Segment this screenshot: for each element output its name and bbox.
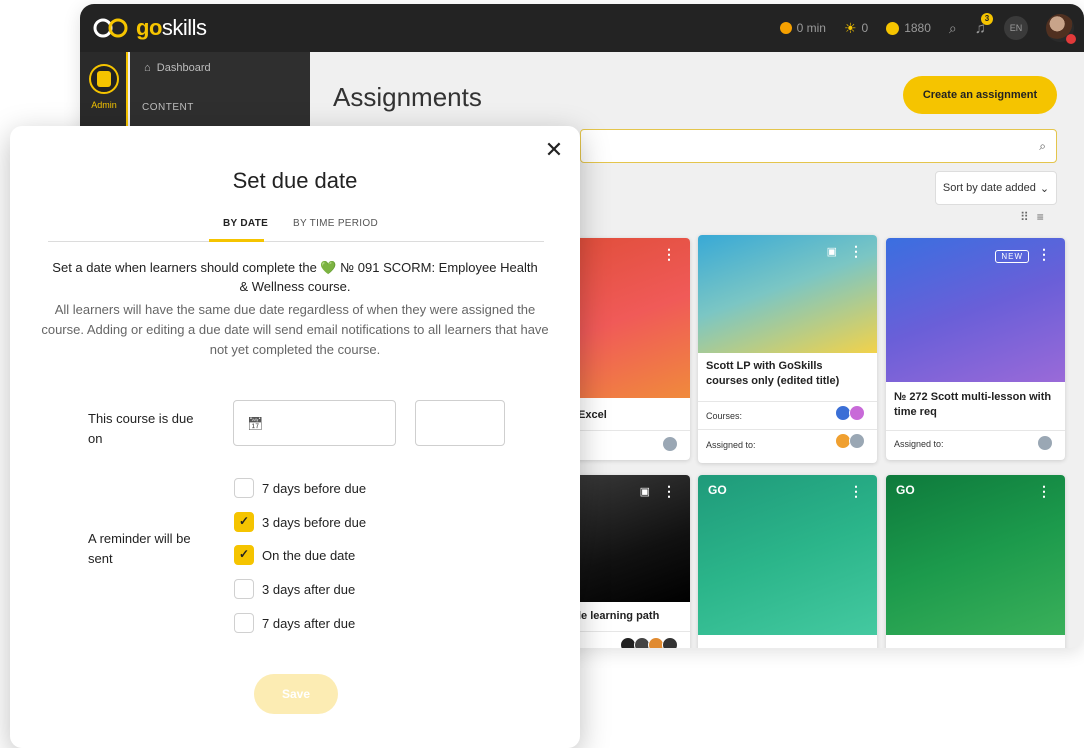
more-options-icon[interactable]: ⋮ [1037,483,1051,500]
admin-label: Admin [91,100,117,110]
reminder-option[interactable]: 7 days before due [234,477,366,499]
reminder-checkbox[interactable] [234,613,254,633]
brand-skills: skills [161,15,207,40]
coins-stat[interactable]: 1880 [886,21,931,35]
admin-building-icon[interactable] [89,64,119,94]
reminder-checkbox[interactable] [234,545,254,565]
search-icon[interactable]: ⌕ [949,20,957,37]
course-icon [849,405,865,421]
close-icon[interactable]: ✕ [542,138,566,162]
search-icon[interactable]: ⌕ [1039,139,1046,154]
reminder-checkbox[interactable] [234,512,254,532]
calendar-icon: ▣ [639,486,650,498]
calendar-icon: ▣ [826,246,837,258]
home-icon: ⌂ [144,62,151,74]
time-value: 0 min [796,21,826,35]
active-tab-indicator [209,239,264,242]
due-time-input[interactable] [415,400,505,446]
more-options-icon[interactable]: ⋮ [849,243,863,260]
reminder-option-label: On the due date [262,547,356,563]
page-title: Assignments [333,82,482,112]
reminder-option[interactable]: 7 days after due [234,612,355,634]
set-due-date-modal: ✕ Set due date BY DATE BY TIME PERIOD Se… [10,126,580,748]
coin-icon [886,21,900,35]
reminder-option[interactable]: On the due date [234,544,355,566]
sidebar-rail: Admin [80,52,128,132]
sun-icon: ☀ [843,20,857,36]
more-options-icon[interactable]: ⋮ [849,483,863,500]
brand-go: go [136,15,162,40]
user-avatar[interactable] [1046,14,1076,44]
assignment-card[interactable]: GO ⋮ [698,475,877,648]
avatar [849,433,865,449]
search-input[interactable]: ⌕ [580,129,1057,163]
view-toggle[interactable]: ⠿≡ [1020,210,1052,224]
assignment-card[interactable]: GO ⋮ [886,475,1065,648]
tab-by-date[interactable]: BY DATE [223,218,268,229]
goskills-logo-icon [93,18,128,38]
due-date-input[interactable]: 📅︎ [233,400,396,446]
tab-bar: BY DATE BY TIME PERIOD [48,212,544,242]
goskills-logo-icon: GO [896,483,915,497]
due-date-label: This course is due on [88,411,194,446]
new-badge: NEW [995,250,1029,263]
card-title: № 272 Scott multi-lesson with time req [894,391,1052,418]
more-options-icon[interactable]: ⋮ [662,246,676,263]
goskills-logo[interactable]: goskills [92,15,207,41]
reminder-option-label: 7 days after due [262,615,356,631]
sidebar-section-content: CONTENT [142,102,194,113]
coins-value: 1880 [904,21,931,35]
sidebar-item-dashboard[interactable]: ⌂ Dashboard [144,62,211,74]
avatar [662,436,678,452]
goskills-logo-icon: GO [708,483,727,497]
avatar [1037,435,1053,451]
clock-icon [779,22,792,34]
assignment-card[interactable]: NEW ⋮ № 272 Scott multi-lesson with time… [886,238,1065,460]
reminder-option-label: 3 days before due [262,514,367,530]
language-button[interactable]: EN [1004,16,1028,40]
chevron-down-icon: ⌄ [1039,182,1050,195]
sort-dropdown[interactable]: Sort by date added ⌄ [935,171,1057,205]
list-view-icon[interactable]: ≡ [1037,210,1052,224]
reminder-option-label: 3 days after due [262,581,356,597]
card-title: Excel [578,409,607,421]
sidebar: ⌂ Dashboard CONTENT [130,52,310,132]
assignment-card[interactable]: ▣ ⋮ Scott LP with GoSkills courses only … [698,235,877,463]
brand-name: goskills [136,15,207,41]
more-options-icon[interactable]: ⋮ [662,483,676,500]
xp-value: 0 [861,21,869,35]
card-title: Scott LP with GoSkills courses only (edi… [706,360,840,387]
calendar-icon: 📅︎ [247,416,264,431]
card-courses-label: Courses: [706,411,743,421]
time-stat[interactable]: 0 min [779,21,826,35]
card-title: le learning path [578,610,660,622]
save-button[interactable]: Save [254,674,338,714]
sidebar-dashboard-label: Dashboard [156,62,211,74]
reminder-option[interactable]: 3 days before due [234,511,366,533]
notification-badge: 3 [981,12,993,25]
reminder-option-label: 7 days before due [262,480,367,496]
avatar [662,637,678,648]
card-assigned-label: Assigned to: [706,440,756,450]
top-bar: goskills 0 min ☀ 0 1880 ⌕ ♫ 3 EN [80,4,1084,52]
tab-by-time-period[interactable]: BY TIME PERIOD [293,218,378,229]
bell-icon[interactable]: ♫ 3 [975,12,993,37]
card-assigned-label: Assigned to: [894,439,944,449]
create-assignment-button[interactable]: Create an assignment [903,76,1057,114]
note-text: All learners will have the same due date… [41,302,549,357]
reminder-label: A reminder will be sent [88,531,191,566]
reminder-option[interactable]: 3 days after due [234,578,355,600]
sort-label: Sort by date added [942,182,1036,194]
intro-text: Set a date when learners should complete… [52,260,538,294]
more-options-icon[interactable]: ⋮ [1037,246,1051,263]
xp-stat[interactable]: ☀ 0 [844,21,868,35]
modal-title: Set due date [232,168,358,193]
reminder-checkbox[interactable] [234,478,254,498]
grid-view-icon[interactable]: ⠿ [1020,210,1037,224]
reminder-checkbox[interactable] [234,579,254,599]
